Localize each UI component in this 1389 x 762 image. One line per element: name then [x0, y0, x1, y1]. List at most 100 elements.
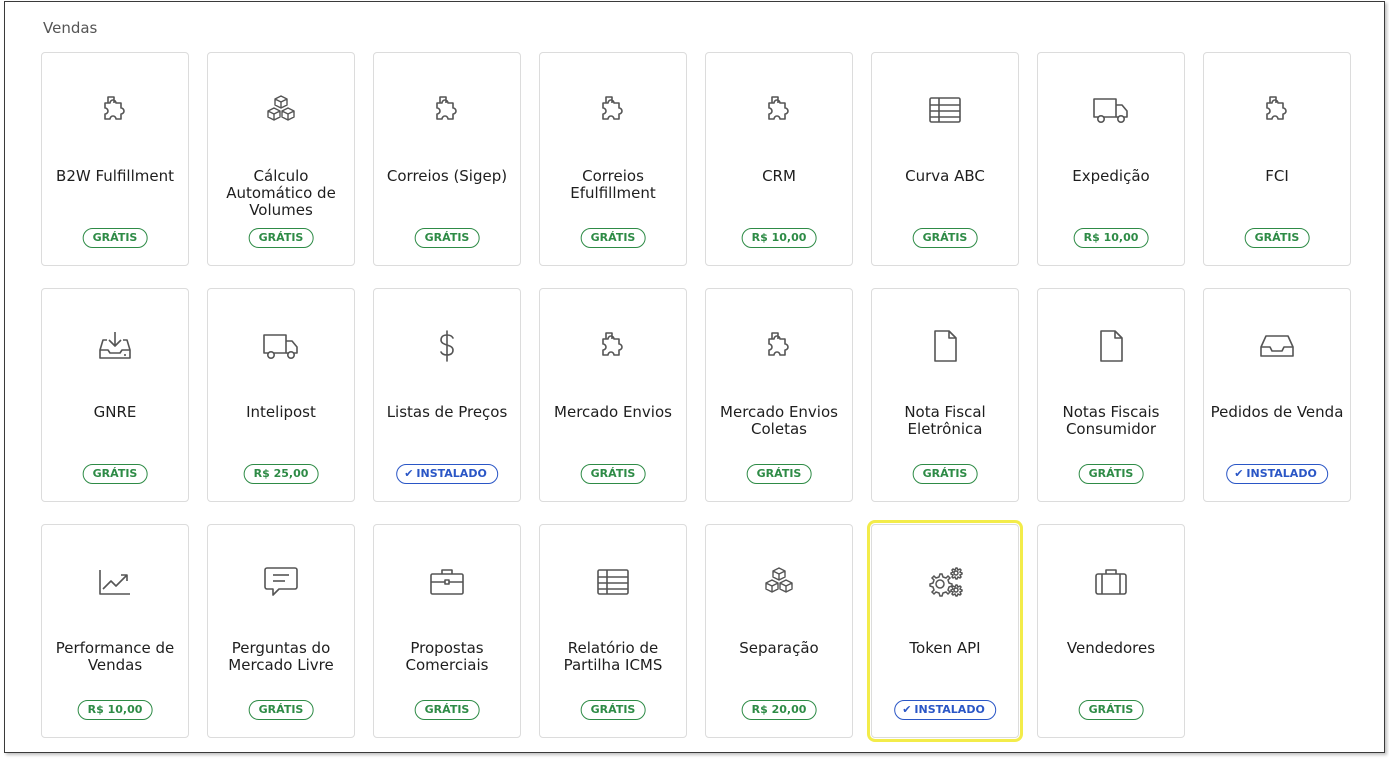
free-badge: GRÁTIS	[1078, 464, 1144, 484]
price-badge: R$ 10,00	[77, 700, 153, 720]
card-title: Vendedores	[1066, 639, 1156, 657]
card-mercado-envios[interactable]: Mercado Envios GRÁTIS	[539, 288, 687, 502]
price-badge: R$ 25,00	[243, 464, 319, 484]
card-title: Perguntas do Mercado Livre	[228, 639, 334, 674]
badge-label: R$ 10,00	[1083, 231, 1139, 244]
card-relatorio-partilha-icms[interactable]: Relatório de Partilha ICMS GRÁTIS	[539, 524, 687, 738]
card-title: CRM	[762, 167, 796, 185]
card-title: Pedidos de Venda	[1210, 403, 1344, 421]
card-intelipost[interactable]: Intelipost R$ 25,00	[207, 288, 355, 502]
card-title: Correios Efulfillment	[570, 167, 656, 202]
badge-label: R$ 10,00	[87, 703, 143, 716]
badge-label: GRÁTIS	[922, 467, 968, 480]
badge-label: R$ 10,00	[751, 231, 807, 244]
free-badge: GRÁTIS	[248, 228, 314, 248]
badge-label: INSTALADO	[416, 467, 487, 480]
file-icon	[1091, 329, 1131, 363]
puzzle-icon	[427, 93, 467, 127]
installed-badge: ✔ INSTALADO	[396, 464, 498, 484]
check-icon: ✔	[404, 467, 414, 480]
card-title: FCI	[1265, 167, 1289, 185]
app-frame: Vendas B2W Fulfillment GRÁTIS Cálculo Auto…	[4, 1, 1385, 753]
puzzle-icon	[593, 93, 633, 127]
card-pedidos-de-venda[interactable]: Pedidos de Venda ✔ INSTALADO	[1203, 288, 1351, 502]
badge-label: GRÁTIS	[424, 703, 470, 716]
badge-label: GRÁTIS	[92, 231, 138, 244]
card-fci[interactable]: FCI GRÁTIS	[1203, 52, 1351, 266]
badge-label: INSTALADO	[1246, 467, 1317, 480]
card-correios-sigep[interactable]: Correios (Sigep) GRÁTIS	[373, 52, 521, 266]
card-curva-abc[interactable]: Curva ABC GRÁTIS	[871, 52, 1019, 266]
table-icon	[925, 93, 965, 127]
card-perguntas-mercado-livre[interactable]: Perguntas do Mercado Livre GRÁTIS	[207, 524, 355, 738]
truck-icon	[261, 329, 301, 363]
card-gnre[interactable]: GNRE GRÁTIS	[41, 288, 189, 502]
card-token-api[interactable]: Token API ✔ INSTALADO	[867, 520, 1023, 742]
dollar-icon	[427, 329, 467, 363]
badge-label: GRÁTIS	[590, 703, 636, 716]
free-badge: GRÁTIS	[82, 464, 148, 484]
check-icon: ✔	[1234, 467, 1244, 480]
puzzle-icon	[593, 329, 633, 363]
installed-badge: ✔ INSTALADO	[1226, 464, 1328, 484]
badge-label: GRÁTIS	[756, 467, 802, 480]
free-badge: GRÁTIS	[912, 464, 978, 484]
badge-label: GRÁTIS	[922, 231, 968, 244]
card-title: Listas de Preços	[386, 403, 508, 421]
gears-icon	[925, 565, 965, 599]
free-badge: GRÁTIS	[580, 228, 646, 248]
installed-badge: ✔ INSTALADO	[894, 700, 996, 720]
price-badge: R$ 10,00	[741, 228, 817, 248]
card-listas-de-precos[interactable]: Listas de Preços ✔ INSTALADO	[373, 288, 521, 502]
card-title: Notas Fiscais Consumidor	[1062, 403, 1160, 438]
card-expedicao[interactable]: Expedição R$ 10,00	[1037, 52, 1185, 266]
free-badge: GRÁTIS	[912, 228, 978, 248]
truck-icon	[1091, 93, 1131, 127]
boxes-icon	[261, 93, 301, 127]
message-icon	[261, 565, 301, 599]
badge-label: GRÁTIS	[424, 231, 470, 244]
card-title: Propostas Comerciais	[405, 639, 489, 674]
badge-label: GRÁTIS	[1088, 467, 1134, 480]
card-title: Mercado Envios Coletas	[720, 403, 838, 438]
puzzle-icon	[1257, 93, 1297, 127]
card-title: Mercado Envios	[554, 403, 672, 421]
free-badge: GRÁTIS	[414, 700, 480, 720]
boxes-icon	[759, 565, 799, 599]
card-title: Curva ABC	[905, 167, 985, 185]
card-b2w-fulfillment[interactable]: B2W Fulfillment GRÁTIS	[41, 52, 189, 266]
card-title: GNRE	[93, 403, 137, 421]
card-notas-fiscais-consumidor[interactable]: Notas Fiscais Consumidor GRÁTIS	[1037, 288, 1185, 502]
free-badge: GRÁTIS	[82, 228, 148, 248]
card-nota-fiscal-eletronica[interactable]: Nota Fiscal Eletrônica GRÁTIS	[871, 288, 1019, 502]
inbox-icon	[1257, 329, 1297, 363]
badge-label: GRÁTIS	[258, 231, 304, 244]
badge-label: GRÁTIS	[1254, 231, 1300, 244]
free-badge: GRÁTIS	[1244, 228, 1310, 248]
badge-label: R$ 20,00	[751, 703, 807, 716]
card-calculo-automatico-volumes[interactable]: Cálculo Automático de Volumes GRÁTIS	[207, 52, 355, 266]
file-icon	[925, 329, 965, 363]
puzzle-icon	[759, 329, 799, 363]
free-badge: GRÁTIS	[580, 464, 646, 484]
free-badge: GRÁTIS	[580, 700, 646, 720]
card-crm[interactable]: CRM R$ 10,00	[705, 52, 853, 266]
price-badge: R$ 20,00	[741, 700, 817, 720]
badge-label: GRÁTIS	[590, 467, 636, 480]
card-separacao[interactable]: Separação R$ 20,00	[705, 524, 853, 738]
puzzle-icon	[759, 93, 799, 127]
card-title: Performance de Vendas	[55, 639, 175, 674]
card-vendedores[interactable]: Vendedores GRÁTIS	[1037, 524, 1185, 738]
badge-label: GRÁTIS	[258, 703, 304, 716]
briefcase-icon	[427, 565, 467, 599]
badge-label: R$ 25,00	[253, 467, 309, 480]
card-correios-efulfillment[interactable]: Correios Efulfillment GRÁTIS	[539, 52, 687, 266]
free-badge: GRÁTIS	[248, 700, 314, 720]
card-propostas-comerciais[interactable]: Propostas Comerciais GRÁTIS	[373, 524, 521, 738]
download-tray-icon	[95, 329, 135, 363]
card-performance-de-vendas[interactable]: Performance de Vendas R$ 10,00	[41, 524, 189, 738]
card-title: B2W Fulfillment	[56, 167, 174, 185]
card-mercado-envios-coletas[interactable]: Mercado Envios Coletas GRÁTIS	[705, 288, 853, 502]
free-badge: GRÁTIS	[1078, 700, 1144, 720]
card-title: Separação	[739, 639, 819, 657]
